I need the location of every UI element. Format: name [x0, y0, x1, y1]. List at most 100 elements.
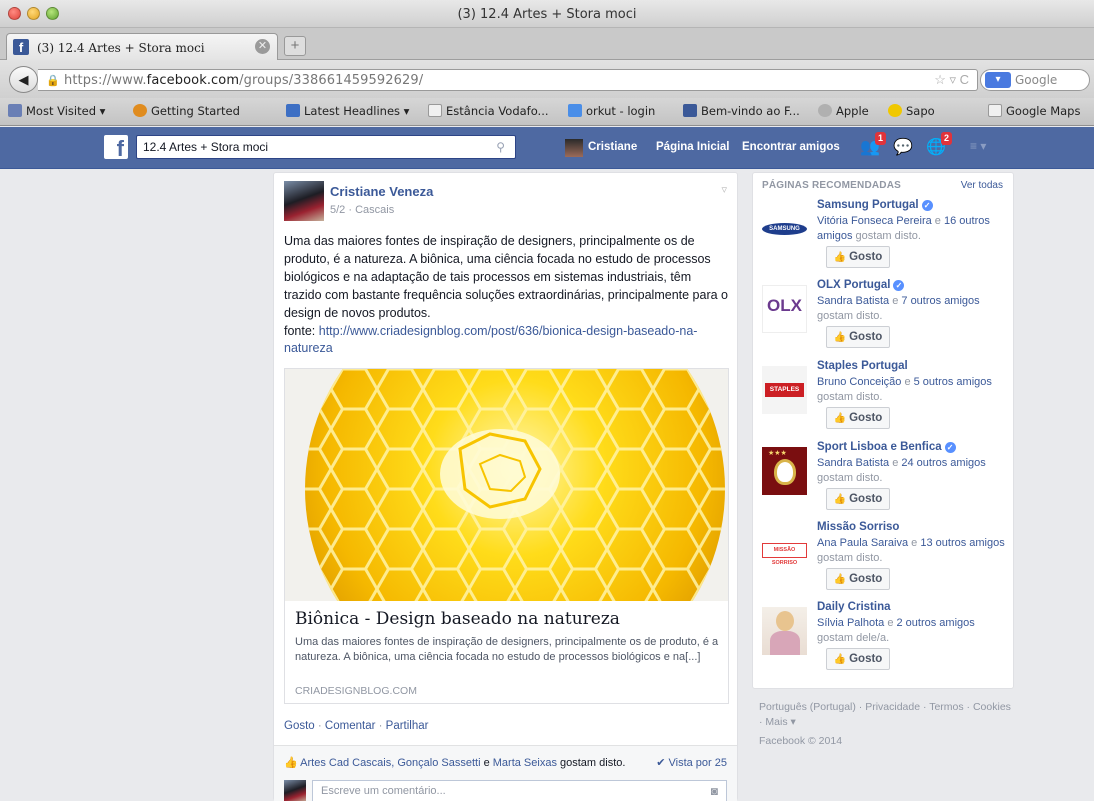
messages-icon[interactable]: 💬: [893, 137, 915, 157]
search-icon[interactable]: ⚲: [496, 140, 505, 154]
page-name-text: OLX Portugal: [817, 279, 891, 291]
others-link[interactable]: 7 outros amigos: [901, 295, 979, 307]
facebook-search-input[interactable]: 12.4 Artes + Stora moci ⚲: [136, 135, 516, 159]
bookmark-star-and-reload-icons[interactable]: ☆ ▿ C: [934, 72, 969, 88]
daily-cristina-photo[interactable]: [762, 607, 807, 655]
camera-icon[interactable]: ◙: [711, 784, 718, 798]
joiner-text: e: [889, 457, 902, 469]
like-page-button[interactable]: 👍 Gosto: [826, 568, 890, 590]
comment-action[interactable]: Comentar: [325, 720, 376, 732]
page-name[interactable]: Daily Cristina: [817, 601, 891, 613]
verified-badge-icon: ✓: [921, 200, 933, 211]
friend-link[interactable]: Ana Paula Saraiva: [817, 537, 908, 549]
profile-avatar[interactable]: [565, 139, 583, 157]
like-page-button[interactable]: 👍 Gosto: [826, 488, 890, 510]
bookmark-label: Latest Headlines ▾: [304, 104, 410, 118]
address-bar[interactable]: 🔒 https://www.facebook.com/groups/338661…: [38, 69, 978, 91]
page-item: STAPLES Staples Portugal Bruno Conceição…: [762, 360, 1010, 440]
nav-home-link[interactable]: Página Inicial: [656, 141, 730, 153]
likers-link[interactable]: Artes Cad Cascais, Gonçalo Sassetti: [300, 757, 480, 769]
others-link[interactable]: 2 outros amigos: [897, 617, 975, 629]
share-action[interactable]: Partilhar: [386, 720, 429, 732]
bookmark-getting-started[interactable]: Getting Started: [133, 104, 240, 118]
comment-input[interactable]: Escreve um comentário... ◙: [312, 780, 727, 801]
see-all-link[interactable]: Ver todas: [961, 180, 1003, 191]
nav-find-friends-link[interactable]: Encontrar amigos: [742, 141, 840, 153]
thumbs-up-icon: 👍: [833, 413, 847, 424]
others-link[interactable]: 13 outros amigos: [920, 537, 1004, 549]
url-text[interactable]: https://www.facebook.com/groups/33866145…: [64, 73, 423, 88]
tail-text: gostam disto.: [817, 552, 883, 564]
friend-link[interactable]: Vitória Fonseca Pereira: [817, 215, 932, 227]
like-page-button[interactable]: 👍 Gosto: [826, 648, 890, 670]
page-name[interactable]: Staples Portugal: [817, 360, 908, 372]
missao-sorriso-logo[interactable]: MISSÃO SORRISO: [762, 527, 807, 575]
group-post: Cristiane Veneza 5/2 · Cascais ▿ Uma das…: [273, 172, 738, 801]
others-link[interactable]: 5 outros amigos: [914, 376, 992, 388]
benfica-crest-logo[interactable]: ★★★: [762, 447, 807, 495]
shared-link-title[interactable]: Biônica - Design baseado na natureza: [295, 609, 620, 629]
post-meta[interactable]: 5/2 · Cascais: [330, 204, 394, 216]
seen-by-link[interactable]: ✔ Vista por 25: [656, 756, 727, 769]
search-engine-icon[interactable]: ▾: [985, 72, 1011, 88]
like-page-button[interactable]: 👍 Gosto: [826, 326, 890, 348]
bookmark-label: Google Maps: [1006, 104, 1081, 118]
friend-requests-icon[interactable]: 👥 1: [860, 132, 886, 157]
chevron-down-icon[interactable]: ▿: [721, 183, 727, 196]
likes-and-comments-area: 👍 Artes Cad Cascais, Gonçalo Sassetti e …: [274, 745, 737, 801]
footer-links[interactable]: Português (Portugal) · Privacidade · Ter…: [759, 701, 1011, 728]
back-button[interactable]: ◀: [9, 66, 38, 93]
footer-copyright: Facebook © 2014: [759, 735, 843, 747]
page-item: Daily Cristina Sílvia Palhota e 2 outros…: [762, 601, 1010, 681]
recommended-pages-header: PÁGINAS RECOMENDADAS: [762, 180, 902, 191]
like-action[interactable]: Gosto: [284, 720, 315, 732]
page-social-context: Ana Paula Saraiva e 13 outros amigos gos…: [817, 536, 1009, 566]
samsung-logo-text: SAMSUNG: [762, 223, 807, 235]
like-page-button[interactable]: 👍 Gosto: [826, 407, 890, 429]
bookmark-label: Estância Vodafo...: [446, 104, 549, 118]
page-name[interactable]: OLX Portugal ✓: [817, 279, 905, 291]
verified-badge-icon: ✓: [944, 442, 956, 453]
shared-link-card[interactable]: Biônica - Design baseado na natureza Uma…: [284, 368, 729, 704]
source-link[interactable]: http://www.criadesignblog.com/post/636/b…: [284, 324, 697, 355]
bookmark-sapo[interactable]: Sapo: [888, 104, 935, 118]
recommended-pages: PÁGINAS RECOMENDADAS Ver todas SAMSUNG S…: [752, 172, 1014, 689]
tail-text: gostam disto.: [817, 391, 883, 403]
bookmark-most-visited[interactable]: Most Visited ▾: [8, 104, 105, 118]
bookmark-google-maps[interactable]: Google Maps: [988, 104, 1080, 118]
bookmark-latest-headlines[interactable]: Latest Headlines ▾: [286, 104, 409, 118]
page-name[interactable]: Samsung Portugal ✓: [817, 199, 933, 211]
shared-link-image[interactable]: [285, 369, 728, 601]
bookmark-facebook[interactable]: Bem-vindo ao F...: [683, 104, 800, 118]
nav-profile-link[interactable]: Cristiane: [588, 141, 637, 153]
post-author[interactable]: Cristiane Veneza: [330, 184, 433, 199]
bookmark-apple[interactable]: Apple: [818, 104, 869, 118]
tab-facebook-group[interactable]: f (3) 12.4 Artes + Stora moci ✕: [6, 33, 278, 60]
liker-link[interactable]: Marta Seixas: [493, 757, 557, 769]
close-tab-icon[interactable]: ✕: [255, 39, 270, 54]
thumbs-up-icon: 👍: [833, 332, 847, 343]
benfica-crest-shield: [774, 459, 796, 485]
others-link[interactable]: 24 outros amigos: [901, 457, 985, 469]
bookmark-estancia-vodafone[interactable]: Estância Vodafo...: [428, 104, 549, 118]
olx-logo[interactable]: OLX: [762, 285, 807, 333]
thumbs-up-icon: 👍: [284, 757, 298, 769]
friend-link[interactable]: Sílvia Palhota: [817, 617, 884, 629]
staples-logo[interactable]: STAPLES: [762, 366, 807, 414]
privacy-settings-icon[interactable]: ≡ ▾: [970, 139, 986, 153]
samsung-logo[interactable]: SAMSUNG: [762, 205, 807, 253]
facebook-logo-icon[interactable]: f: [104, 135, 128, 159]
bookmark-orkut[interactable]: orkut - login: [568, 104, 655, 118]
browser-search-box[interactable]: ▾ Google: [980, 69, 1090, 91]
author-avatar[interactable]: [284, 181, 324, 221]
like-page-button[interactable]: 👍 Gosto: [826, 246, 890, 268]
friend-link[interactable]: Bruno Conceição: [817, 376, 901, 388]
friend-link[interactable]: Sandra Batista: [817, 295, 889, 307]
new-tab-button[interactable]: +: [284, 36, 306, 56]
friend-link[interactable]: Sandra Batista: [817, 457, 889, 469]
shared-link-domain: CRIADESIGNBLOG.COM: [295, 685, 417, 697]
page-social-context: Sandra Batista e 7 outros amigos gostam …: [817, 294, 1009, 324]
page-name[interactable]: Missão Sorriso: [817, 521, 899, 533]
page-name[interactable]: Sport Lisboa e Benfica ✓: [817, 441, 956, 453]
notifications-globe-icon[interactable]: 🌐 2: [926, 132, 952, 157]
